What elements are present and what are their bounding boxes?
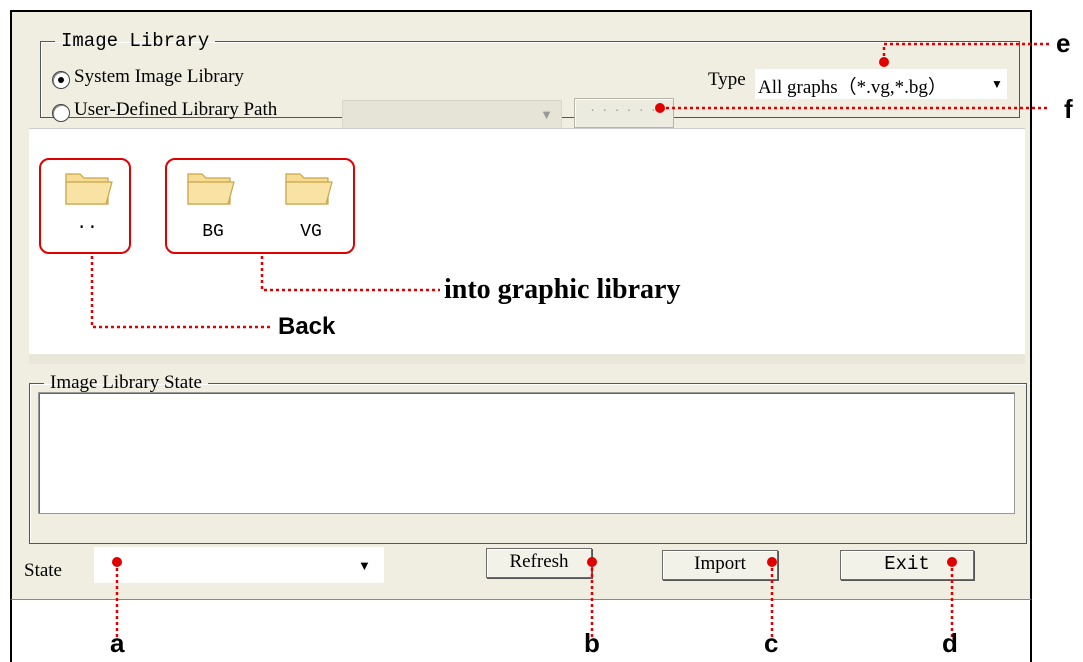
annotation-dot-e: [879, 57, 889, 67]
annotation-dot-a: [112, 557, 122, 567]
annotation-label-a: a: [110, 628, 125, 658]
annotation-dot-f: [655, 103, 665, 113]
annotation-label-e: e: [1056, 28, 1071, 58]
annotation-label-d: d: [942, 628, 958, 658]
annotation-lines: [90, 42, 1050, 640]
annotation-label-into-library: into graphic library: [444, 274, 681, 305]
annotation-dot-c: [767, 557, 777, 567]
annotation-label-back: Back: [278, 313, 336, 340]
annotation-label-c: c: [764, 628, 779, 658]
annotation-label-b: b: [584, 628, 600, 658]
annotation-dot-d: [947, 557, 957, 567]
annotation-dot-b: [587, 557, 597, 567]
annotation-label-f: f: [1064, 94, 1073, 124]
